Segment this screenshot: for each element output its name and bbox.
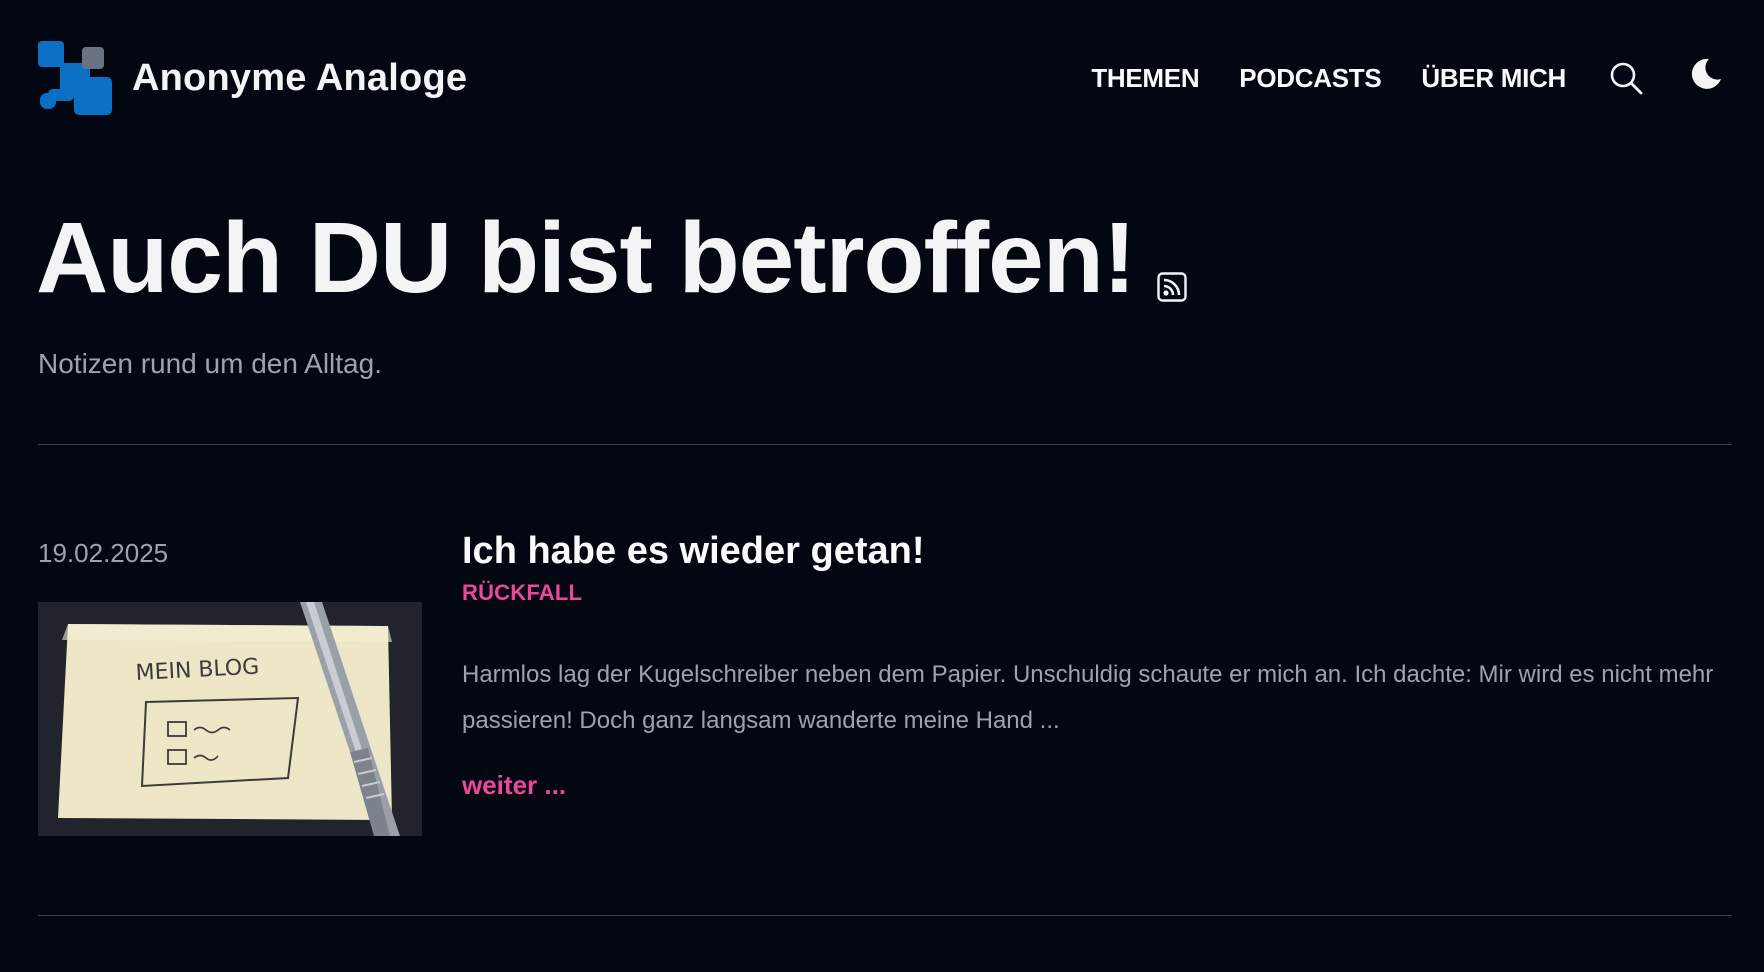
nav-item-ueber-mich[interactable]: ÜBER MICH [1421, 63, 1566, 94]
post-excerpt: Harmlos lag der Kugelschreiber neben dem… [462, 661, 1714, 734]
site-logo-icon [38, 41, 112, 115]
main-nav: THEMEN PODCASTS ÜBER MICH [1091, 58, 1726, 98]
nav-item-podcasts[interactable]: PODCASTS [1239, 63, 1381, 94]
site-header: Anonyme Analoge THEMEN PODCASTS ÜBER MIC… [38, 40, 1726, 116]
post-category-link[interactable]: RÜCKFALL [462, 580, 1732, 606]
nav-item-themen[interactable]: THEMEN [1091, 63, 1199, 94]
rss-icon[interactable] [1157, 272, 1187, 302]
page: Anonyme Analoge THEMEN PODCASTS ÜBER MIC… [0, 0, 1764, 972]
page-title: Auch DU bist betroffen! [36, 202, 1136, 314]
post-title-link[interactable]: Ich habe es wieder getan! [462, 526, 924, 576]
theme-toggle-button[interactable] [1686, 54, 1726, 94]
page-subtitle: Notizen rund um den Alltag. [38, 348, 382, 379]
search-icon [1610, 62, 1643, 95]
site-name: Anonyme Analoge [132, 56, 468, 99]
divider [38, 444, 1732, 445]
moon-icon [1691, 58, 1721, 89]
post-date: 19.02.2025 [38, 538, 169, 568]
site-brand-link[interactable]: Anonyme Analoge [38, 41, 467, 115]
post-body: Ich habe es wieder getan! RÜCKFALL Harml… [462, 526, 1732, 801]
read-more-link[interactable]: weiter ... [462, 770, 566, 801]
post-thumbnail[interactable]: MEIN BLOG [38, 602, 422, 836]
search-button[interactable] [1606, 58, 1646, 98]
hero-title-row: Auch DU bist betroffen! [36, 208, 1187, 308]
divider [38, 915, 1732, 916]
